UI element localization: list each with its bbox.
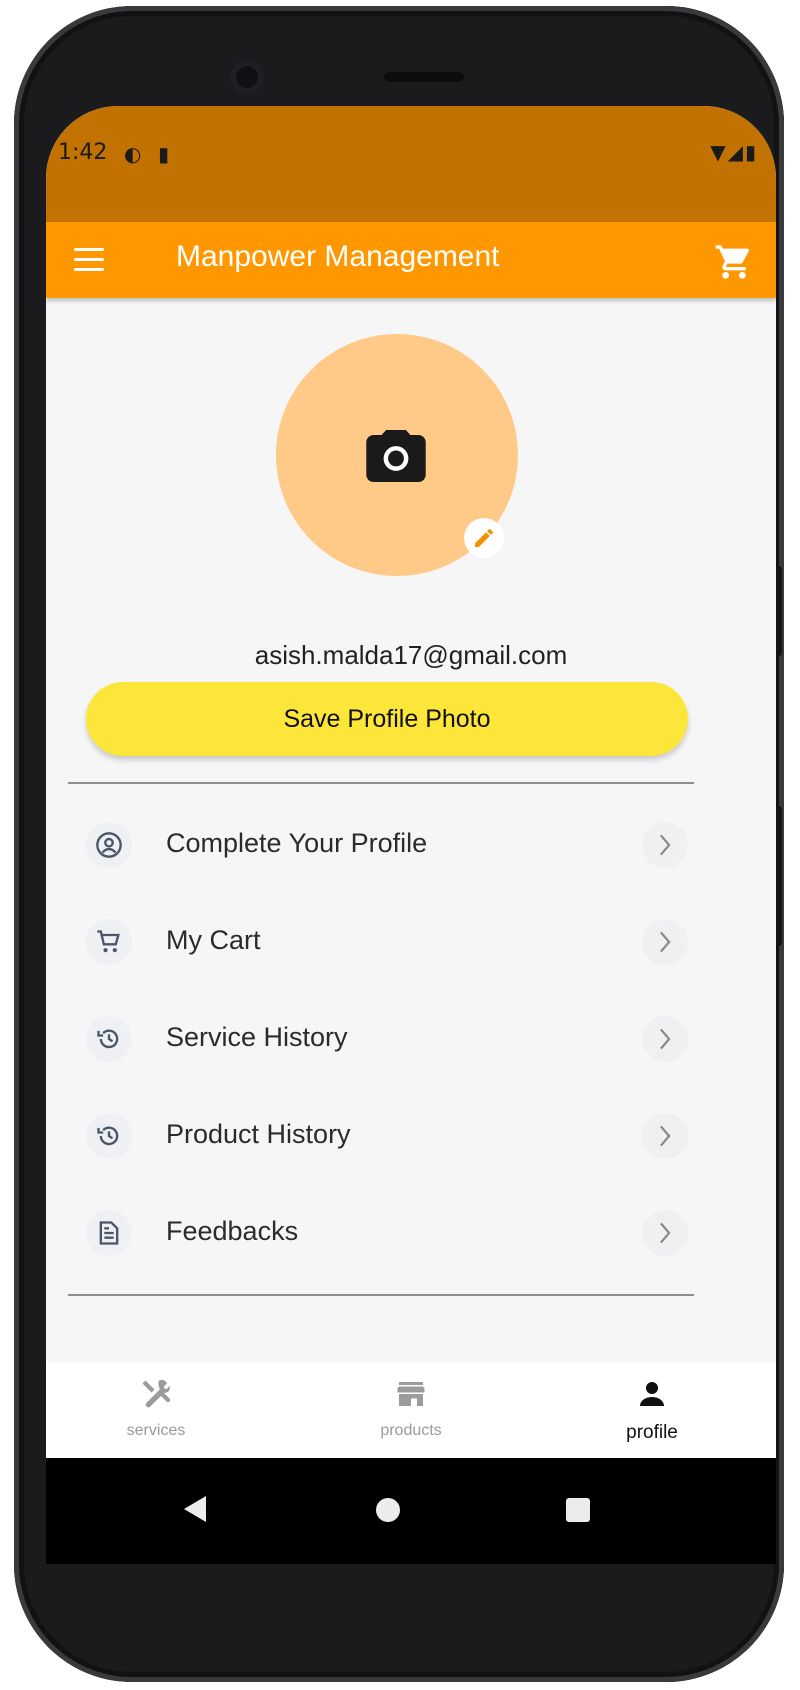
- document-icon: [86, 1210, 132, 1256]
- nav-tab-services[interactable]: services: [76, 1362, 236, 1458]
- chevron-right-icon: [642, 1113, 688, 1159]
- cart-icon: [86, 919, 132, 965]
- menu-item-product-history[interactable]: Product History: [68, 1091, 694, 1181]
- account-circle-icon: [86, 822, 132, 868]
- divider-bottom: [68, 1294, 694, 1296]
- nav-label: products: [380, 1422, 442, 1439]
- chevron-right-icon: [642, 822, 688, 868]
- save-profile-photo-button[interactable]: Save Profile Photo: [86, 682, 688, 756]
- menu-item-feedbacks[interactable]: Feedbacks: [68, 1188, 694, 1278]
- pencil-icon: [475, 528, 494, 547]
- nav-tab-profile[interactable]: profile: [572, 1362, 732, 1458]
- history-icon: [86, 1113, 132, 1159]
- status-bar: 1:42 ◐ ▮ ▼◢▮: [46, 106, 776, 222]
- chevron-right-icon: [642, 1210, 688, 1256]
- divider-top: [68, 782, 694, 784]
- bottom-navigation: services products profile: [46, 1362, 776, 1458]
- menu-icon[interactable]: [74, 248, 104, 272]
- chevron-right-icon: [642, 1016, 688, 1062]
- camera-icon: [366, 430, 426, 482]
- home-icon[interactable]: [376, 1498, 400, 1522]
- menu-item-complete-profile[interactable]: Complete Your Profile: [68, 800, 694, 890]
- history-icon: [86, 1016, 132, 1062]
- menu-item-label: My Cart: [166, 925, 261, 955]
- store-icon: [397, 1382, 425, 1406]
- nav-tab-products[interactable]: products: [331, 1362, 491, 1458]
- menu-item-my-cart[interactable]: My Cart: [68, 897, 694, 987]
- system-navigation-bar: [46, 1458, 776, 1564]
- profile-avatar[interactable]: [276, 334, 518, 576]
- screen: 1:42 ◐ ▮ ▼◢▮ Manpower Management asish.m…: [46, 106, 776, 1564]
- app-title: Manpower Management: [176, 240, 500, 273]
- menu-item-label: Service History: [166, 1022, 348, 1052]
- app-bar: Manpower Management: [46, 222, 776, 298]
- tools-icon: [142, 1379, 171, 1408]
- sd-card-icon: ▮: [158, 142, 170, 166]
- status-time: 1:42: [58, 140, 108, 165]
- front-camera: [230, 60, 264, 94]
- menu-item-label: Feedbacks: [166, 1216, 299, 1246]
- menu-item-service-history[interactable]: Service History: [68, 994, 694, 1084]
- edit-photo-button[interactable]: [464, 518, 504, 558]
- menu-item-label: Product History: [166, 1119, 351, 1149]
- cart-icon[interactable]: [714, 242, 754, 282]
- nav-label: profile: [626, 1422, 678, 1443]
- earpiece-speaker: [384, 72, 464, 82]
- notification-icon: ◐: [124, 142, 142, 166]
- back-icon[interactable]: [184, 1496, 206, 1522]
- menu-item-label: Complete Your Profile: [166, 828, 428, 858]
- recent-apps-icon[interactable]: [566, 1498, 590, 1522]
- person-icon: [640, 1382, 664, 1406]
- signal-battery-icons: ▼◢▮: [710, 140, 758, 164]
- chevron-right-icon: [642, 919, 688, 965]
- profile-email: asish.malda17@gmail.com: [254, 640, 568, 670]
- nav-label: services: [126, 1422, 186, 1439]
